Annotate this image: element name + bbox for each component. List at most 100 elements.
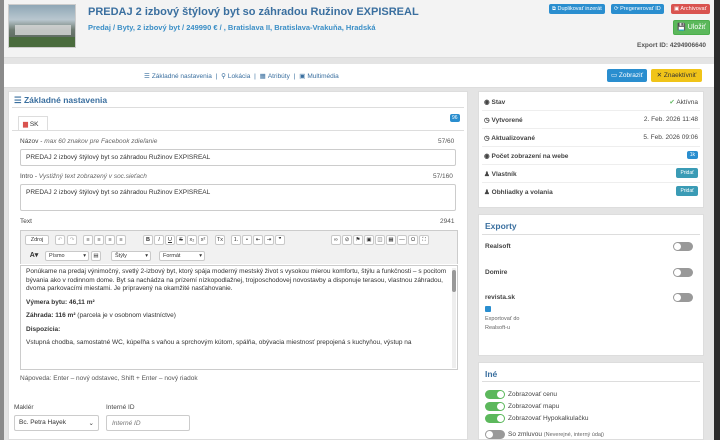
eye-icon: ◉ [484, 153, 490, 160]
italic-icon[interactable]: I [154, 235, 164, 245]
indent-icon[interactable]: ⇥ [264, 235, 274, 245]
eye-icon: ◉ [484, 99, 490, 106]
regenerate-label: Pregenerovať ID [620, 6, 661, 12]
language-badge: 96 [450, 114, 460, 122]
list-icon: ☰ [144, 73, 150, 80]
layout-heading: Dispozícia: [26, 325, 61, 333]
export-domire-toggle[interactable] [673, 268, 693, 277]
add-owner-button[interactable]: Pridať [676, 168, 698, 178]
image-insert-icon[interactable]: ▣ [364, 235, 374, 245]
updated-value: 5. Feb. 2026 09:06 [643, 134, 698, 141]
tab-sk[interactable]: ▆ SK [18, 116, 48, 130]
align-center-icon[interactable]: ≡ [94, 235, 104, 245]
underline-icon[interactable]: U [165, 235, 175, 245]
listing-title: PREDAJ 2 izbový štýlový byt so záhradou … [88, 6, 419, 18]
undo-icon[interactable]: ↶ [55, 235, 65, 245]
unmark-button[interactable]: ✕ Znaektívniť [651, 69, 702, 82]
garden-note: (parcela je v osobnom vlastníctve) [75, 312, 176, 319]
status-key-text: Stav [491, 99, 506, 106]
show-map-label: Zobrazovať mapu [508, 403, 560, 410]
nav-multimedia[interactable]: Multimédia [307, 73, 338, 80]
font-select[interactable]: Písmo ▾ [45, 251, 89, 261]
anchor-icon[interactable]: ⚑ [353, 235, 363, 245]
views-key: ◉ Počet zobrazení na webe [484, 152, 568, 160]
show-button[interactable]: ▭ Zobraziť [607, 69, 647, 82]
show-map-toggle[interactable] [485, 402, 505, 411]
bullet-list-icon[interactable]: • [242, 235, 252, 245]
duplicate-label: Duplikovať inzerát [557, 6, 602, 12]
save-label: Uložiť [687, 24, 706, 31]
garden-area: Záhrada: 116 m² [26, 312, 76, 319]
regenerate-id-button[interactable]: ⟳ Pregenerovať ID [611, 4, 664, 14]
listing-header: PREDAJ 2 izbový štýlový byt so záhradou … [4, 0, 714, 58]
right-window-edge [714, 0, 720, 440]
duplicate-button[interactable]: ⧉ Duplikovať inzerát [549, 4, 605, 14]
source-button[interactable]: Zdroj [25, 235, 49, 245]
redo-icon[interactable]: ↷ [67, 235, 77, 245]
editor-scrollbar[interactable] [452, 268, 456, 368]
nav-basic-settings[interactable]: Základné nastavenia [152, 73, 212, 80]
nav-attributes[interactable]: Atribúty [268, 73, 290, 80]
align-left-icon[interactable]: ≡ [83, 235, 93, 245]
export-realsoft-label: Realsoft [485, 243, 511, 250]
intro-textarea[interactable]: PREDAJ 2 izbový štýlový byt so záhradou … [20, 184, 456, 211]
format-select[interactable]: Formát ▾ [159, 251, 205, 261]
unlink-icon[interactable]: ⊘ [342, 235, 352, 245]
editor-paragraph: Dispozícia: [26, 326, 447, 335]
show-price-label: Zobrazovať cenu [508, 391, 558, 398]
name-hint: max 60 znakov pre Facebook zdieľanie [44, 138, 158, 145]
table-icon[interactable]: ▦ [386, 235, 396, 245]
export-revista-toggle[interactable] [673, 293, 693, 302]
other-title: Iné [485, 369, 498, 379]
created-key: ◷ Vytvorené [484, 116, 523, 124]
text-counter: 2941 [440, 218, 455, 225]
subscript-icon[interactable]: x₂ [187, 235, 197, 245]
style-select[interactable]: Štýly ▾ [111, 251, 151, 261]
pin-icon: ⚲ [221, 73, 226, 80]
align-right-icon[interactable]: ≡ [105, 235, 115, 245]
intro-hint: Vystižný text zobrazený v soc.sieťach [38, 173, 147, 180]
clear-format-icon[interactable]: Tx [215, 235, 225, 245]
user-icon: ♟ [484, 189, 490, 196]
contract-toggle[interactable] [485, 430, 505, 439]
show-mortgage-calc-toggle[interactable] [485, 414, 505, 423]
status-row: ◉ Stav ✔ Aktívna [482, 93, 700, 111]
text-color-icon[interactable]: A▾ [25, 251, 43, 261]
created-value: 2. Feb. 2026 11:48 [643, 116, 698, 123]
archive-button[interactable]: ▣ Archivovať [671, 4, 710, 14]
add-viewing-button[interactable]: Pridať [676, 186, 698, 196]
status-value: ✔ Aktívna [669, 98, 698, 106]
flash-icon[interactable]: ◫ [375, 235, 385, 245]
special-char-icon[interactable]: Ω [408, 235, 418, 245]
format-select-label: Formát [163, 253, 181, 259]
owner-key: ♟ Vlastník [484, 170, 517, 178]
agent-select[interactable]: Bc. Petra Hayek ⌄ [14, 415, 99, 431]
listing-thumbnail[interactable] [8, 4, 76, 48]
export-to-realsoft-checkbox[interactable] [485, 306, 491, 312]
align-justify-icon[interactable]: ≡ [116, 235, 126, 245]
internal-id-input[interactable] [106, 415, 190, 431]
outdent-icon[interactable]: ⇤ [253, 235, 263, 245]
text-editor[interactable]: Ponúkame na predaj výnimočný, svetlý 2-i… [20, 265, 458, 370]
maximize-icon[interactable]: ⛶ [419, 235, 429, 245]
export-domire-label: Domire [485, 269, 508, 276]
show-mortgage-calc-label: Zobrazovať Hypokalkulačku [508, 415, 589, 422]
save-button[interactable]: 💾 Uložiť [673, 20, 710, 35]
viewings-key: ♟ Obhliadky a volania [484, 188, 553, 196]
numbered-list-icon[interactable]: ⒈ [231, 235, 241, 245]
name-input[interactable]: PREDAJ 2 izbový štýlový byt so záhradou … [20, 149, 456, 166]
export-note-2: Realsoft-u [485, 325, 511, 331]
link-icon[interactable]: ∞ [331, 235, 341, 245]
show-price-toggle[interactable] [485, 390, 505, 399]
blockquote-icon[interactable]: ❞ [275, 235, 285, 245]
owner-key-text: Vlastník [491, 171, 517, 178]
strikethrough-icon[interactable]: S [176, 235, 186, 245]
nav-location[interactable]: Lokácia [228, 73, 250, 80]
nav-separator: | [254, 73, 256, 80]
superscript-icon[interactable]: x² [198, 235, 208, 245]
bold-icon[interactable]: B [143, 235, 153, 245]
template-icon[interactable]: ▤ [91, 251, 101, 261]
export-realsoft-toggle[interactable] [673, 242, 693, 251]
hr-icon[interactable]: ― [397, 235, 407, 245]
chevron-down-icon: ⌄ [88, 420, 94, 427]
